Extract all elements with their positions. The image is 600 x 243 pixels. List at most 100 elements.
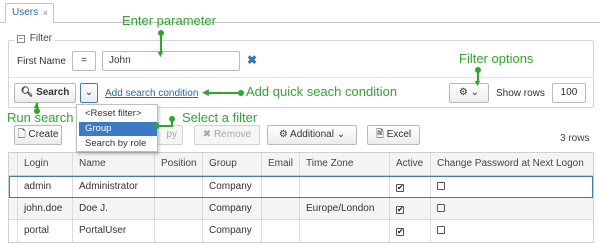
filter-select-button[interactable]: ⌄ [80,83,98,103]
annotation-arrow: ◀ [152,120,159,130]
search-button-label: Search [36,87,70,98]
cell-change-password [431,220,594,242]
dropdown-item-group[interactable]: Group [79,122,157,136]
row-marker-header [9,153,18,175]
chevron-down-icon: ⌄ [470,87,480,98]
cell-position [155,220,203,242]
column-header-position[interactable]: Position [155,153,203,175]
table-row[interactable]: portal PortalUser Company ✔ [9,220,593,242]
cell-time-zone: Europe/London [300,198,390,219]
cell-group: Company [203,176,262,197]
rows-input[interactable]: 100 [552,83,586,103]
filter-options-button[interactable]: ⚙︎ ⌄ [449,83,489,103]
cell-email [262,220,300,242]
additional-button[interactable]: ⚙︎ Additional ⌄ [267,125,357,145]
annotation-dot [475,67,481,73]
first-name-input[interactable]: John [102,51,240,71]
annotation-select-filter: Select a filter [182,110,258,125]
table-header-row: Login Name Position Group Email Time Zon… [9,153,593,176]
annotation-filter-options: Filter options [459,51,534,66]
cell-group: Company [203,198,262,219]
cell-active: ✔ [390,220,431,242]
close-icon[interactable]: × [43,4,48,22]
column-header-active[interactable]: Active [390,153,431,175]
annotation-arrow: ▼ [156,49,165,59]
excel-button[interactable]: 🗎︎ Excel [367,125,420,145]
cell-change-password [431,198,594,219]
column-header-change-password[interactable]: Change Password at Next Logon [431,153,594,175]
filter-legend-label: Filter [29,33,53,44]
add-search-condition-link[interactable]: Add search condition [105,88,198,99]
first-name-label: First Name [17,56,66,67]
row-marker [9,220,18,242]
gear-icon: ⚙︎ [458,87,468,98]
column-header-group[interactable]: Group [203,153,262,175]
cell-login: admin [18,176,73,197]
copy-button-label: py [166,129,177,140]
chevron-down-icon: ⌄ [84,87,94,98]
cell-position [155,176,203,197]
tab-users[interactable]: Users × [5,3,54,23]
remove-icon: ✖ [202,129,212,140]
cell-active: ✔ [390,198,431,219]
column-header-time-zone[interactable]: Time Zone [300,153,390,175]
cell-group: Company [203,220,262,242]
dropdown-item-reset-filter[interactable]: <Reset filter> [79,107,157,121]
cell-email [262,198,300,219]
show-rows-label: Show rows [496,88,545,99]
rows-count: 3 rows [560,133,590,144]
cell-time-zone [300,176,390,197]
dropdown-item-search-by-role[interactable]: Search by role [79,137,157,151]
tab-divider [0,22,600,23]
column-header-email[interactable]: Email [262,153,300,175]
excel-icon: 🗎︎ [375,129,384,140]
annotation-add-quick-condition: Add quick seach condition [246,84,398,99]
create-icon: 🗋︎ [17,129,26,140]
row-marker [9,176,18,197]
create-button[interactable]: 🗋︎ Create [14,125,62,145]
cell-name: PortalUser [73,220,155,242]
table-row[interactable]: john.doe Doe J. Company Europe/London ✔ [9,198,593,220]
users-table: Login Name Position Group Email Time Zon… [8,152,594,243]
checkbox-icon: ✔ [396,227,404,236]
annotation-dot [169,116,175,122]
cell-login: john.doe [18,198,73,219]
additional-button-label: Additional [290,129,334,140]
cell-change-password [431,176,594,197]
collapse-icon[interactable]: − [17,35,25,43]
row-marker [9,198,18,219]
clear-icon[interactable]: ✖ [247,53,257,67]
annotation-arrow: ◀ [202,87,209,97]
filter-separator [8,77,594,78]
filter-legend[interactable]: − Filter [14,33,56,44]
table-row[interactable]: admin Administrator Company ✔ [9,176,593,198]
annotation-arrow: ▼ [473,78,482,88]
cell-email [262,176,300,197]
checkbox-icon: ✔ [396,205,404,214]
cell-active: ✔ [390,176,431,197]
annotation-line [208,92,242,94]
search-icon: 🔍︎ [20,87,34,98]
checkbox-icon [437,226,445,234]
checkbox-icon: ✔ [396,183,404,192]
column-header-login[interactable]: Login [18,153,73,175]
tab-title: Users [12,7,39,18]
create-button-label: Create [28,129,59,140]
remove-button[interactable]: ✖ Remove [194,125,260,145]
search-button[interactable]: 🔍︎ Search [14,83,76,103]
chevron-down-icon: ⌄ [336,129,346,140]
checkbox-icon [437,204,445,212]
remove-button-label: Remove [213,129,252,140]
cell-name: Administrator [73,176,155,197]
cell-name: Doe J. [73,198,155,219]
cell-time-zone [300,220,390,242]
annotation-arrow: ▲ [32,100,41,110]
filter-dropdown: <Reset filter> Group Search by role [76,104,158,152]
annotation-dot [238,90,244,96]
cell-position [155,198,203,219]
operator-button[interactable]: = [72,51,96,71]
annotation-line [158,125,172,127]
checkbox-icon [437,182,445,190]
cell-login: portal [18,220,73,242]
column-header-name[interactable]: Name [73,153,155,175]
